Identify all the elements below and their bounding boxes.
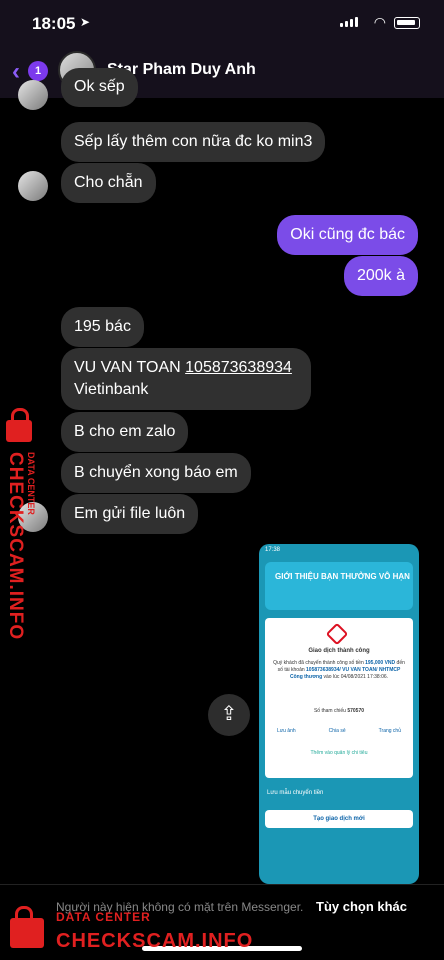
watermark-site: CHECKSCAM.INFO bbox=[56, 930, 254, 952]
receipt-title: Giao dịch thành công bbox=[308, 648, 370, 654]
message-bubble-incoming[interactable]: VU VAN TOAN 105873638934 Vietinbank bbox=[61, 348, 311, 410]
receipt-actions: Lưu ảnh Chia sẻ Trang chủ bbox=[277, 728, 401, 734]
location-arrow-icon: ➤ bbox=[80, 15, 91, 29]
lock-icon bbox=[10, 906, 44, 948]
save-template-label: Lưu mẫu chuyển tiền bbox=[267, 790, 324, 796]
message-bubble-incoming[interactable]: Cho chẵn bbox=[61, 163, 156, 203]
share-label: Chia sẻ bbox=[328, 728, 346, 734]
new-transaction-label: Tạo giao dịch mới bbox=[265, 810, 413, 828]
message-bubble-incoming[interactable]: Em gửi file luôn bbox=[61, 494, 199, 534]
message-text: Vietinbank bbox=[74, 381, 149, 398]
home-label: Trang chủ bbox=[378, 728, 401, 734]
more-options-button[interactable]: Tùy chọn khác bbox=[316, 899, 407, 914]
receipt-detail: Quý khách đã chuyển thành công số tiền 1… bbox=[273, 660, 405, 680]
message-bubble-outgoing[interactable]: Oki cũng đc bác bbox=[277, 215, 418, 255]
message-bubble-incoming[interactable]: B cho em zalo bbox=[61, 412, 189, 452]
share-icon[interactable]: ⇪ bbox=[208, 694, 250, 736]
add-expense-label: Thêm vào quản lý chi tiêu bbox=[310, 750, 368, 756]
watermark-title: DATA CENTER bbox=[26, 452, 36, 515]
wifi-icon: ◠ bbox=[373, 14, 386, 30]
status-bar: 18:05 ➤ ◠ bbox=[0, 0, 444, 46]
cellular-signal-icon bbox=[340, 17, 358, 27]
message-bubble-incoming[interactable]: 195 bác bbox=[61, 307, 144, 347]
avatar[interactable] bbox=[18, 171, 48, 201]
bank-logo-icon bbox=[325, 622, 349, 646]
save-image-label: Lưu ảnh bbox=[277, 728, 296, 734]
receipt-image[interactable]: 17:38 GIỚI THIỆU BẠN THƯỞNG VÔ HẠN Giao … bbox=[259, 544, 419, 884]
lock-icon bbox=[6, 408, 32, 442]
status-time: 18:05 bbox=[32, 14, 76, 33]
receipt-status-time: 17:38 bbox=[265, 547, 281, 553]
battery-icon bbox=[394, 17, 420, 29]
receipt-banner: GIỚI THIỆU BẠN THƯỞNG VÔ HẠN bbox=[265, 562, 413, 610]
watermark-site: CHECKSCAM.INFO bbox=[5, 452, 26, 641]
back-chevron-icon[interactable]: ‹ bbox=[12, 58, 20, 86]
receipt-reference: Số tham chiếu 570570 bbox=[313, 708, 365, 714]
watermark-title: DATA CENTER bbox=[56, 910, 151, 924]
receipt-card: Giao dịch thành công Quý khách đã chuyển… bbox=[265, 618, 413, 778]
account-number-link[interactable]: 105873638934 bbox=[185, 359, 292, 376]
message-bubble-outgoing[interactable]: 200k à bbox=[343, 256, 418, 296]
message-bubble-incoming[interactable]: Ok sếp bbox=[61, 68, 138, 107]
avatar[interactable] bbox=[18, 80, 48, 110]
message-bubble-incoming[interactable]: B chuyển xong báo em bbox=[61, 453, 251, 493]
unread-count-badge[interactable]: 1 bbox=[28, 61, 48, 81]
message-bubble-incoming[interactable]: Sếp lấy thêm con nữa đc ko min3 bbox=[61, 122, 326, 162]
message-text: VU VAN TOAN bbox=[74, 359, 186, 376]
